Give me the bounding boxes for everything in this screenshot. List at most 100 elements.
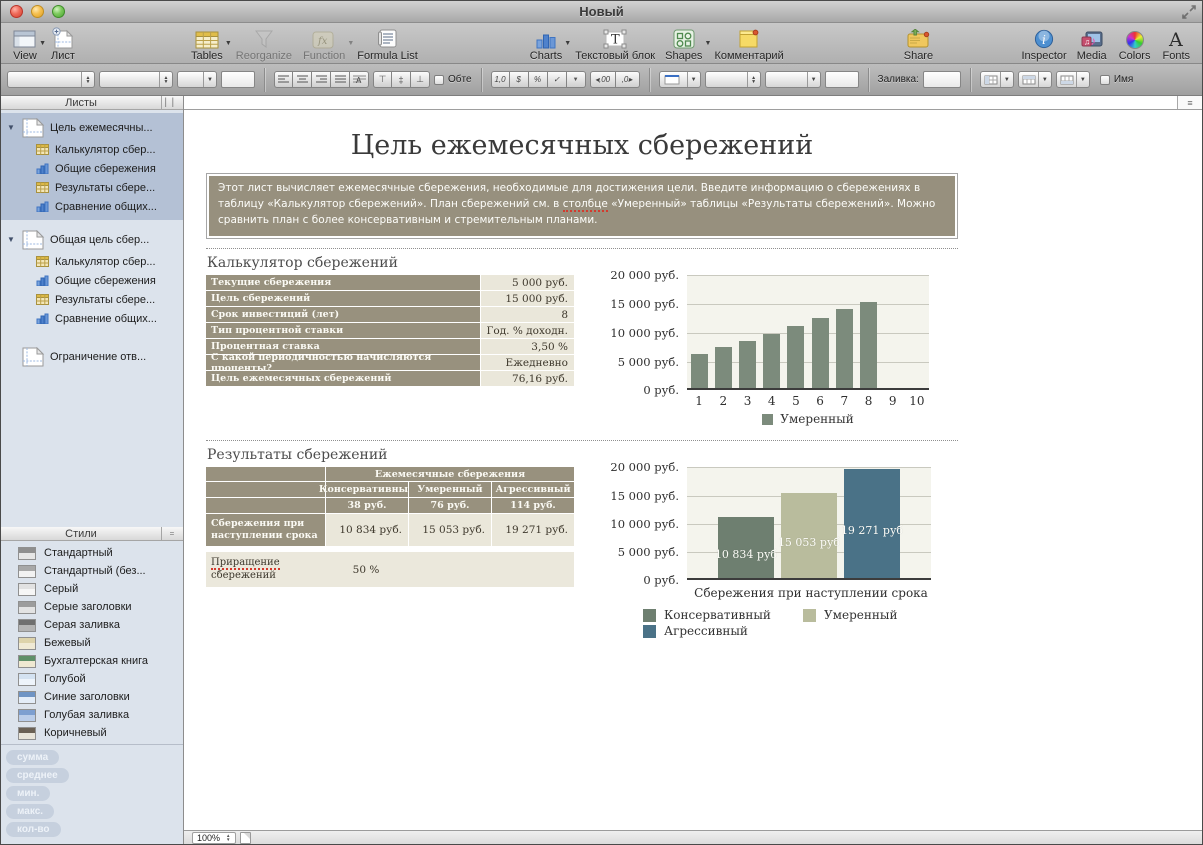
table-style-item[interactable]: Коричневый bbox=[1, 724, 183, 742]
row-header-cell[interactable]: Срок инвестиций (лет) bbox=[206, 307, 480, 322]
column-header-cell[interactable]: Консервативный bbox=[326, 482, 408, 497]
valign-middle-button[interactable]: ‡ bbox=[392, 71, 411, 88]
toolbar-button-formula-list[interactable]: Formula List bbox=[357, 24, 418, 62]
font-family-select[interactable]: ▲▼ bbox=[7, 71, 95, 88]
column-header-cell[interactable]: Умеренный bbox=[409, 482, 491, 497]
row-header-cell[interactable]: С какой периодичностью начисляются проце… bbox=[206, 355, 480, 370]
bar[interactable] bbox=[739, 341, 756, 388]
toolbar-button-text-box[interactable]: T Текстовый блок bbox=[575, 24, 655, 62]
checkbox-format-button[interactable]: ✓ bbox=[548, 71, 567, 88]
border-color-well[interactable] bbox=[825, 71, 859, 88]
stroke-width-select[interactable]: ▲▼ bbox=[705, 71, 761, 88]
sheet-item[interactable]: Ограничение отв... bbox=[1, 344, 183, 369]
results-footer-row[interactable]: Приращение сбережений50 % bbox=[206, 552, 574, 587]
toolbar-button-colors[interactable]: Colors bbox=[1119, 24, 1151, 62]
wrap-checkbox[interactable] bbox=[434, 75, 444, 85]
header-column-select[interactable]: ▼ bbox=[980, 71, 1014, 88]
more-formats-button[interactable]: ▼ bbox=[567, 71, 586, 88]
corner-cell[interactable] bbox=[206, 482, 325, 497]
titlebar[interactable]: Новый bbox=[1, 1, 1202, 23]
savings-comparison-chart[interactable]: 20 000 руб.15 000 руб.10 000 руб.5 000 р… bbox=[609, 461, 939, 653]
value-cell[interactable]: 3,50 % bbox=[481, 339, 574, 354]
row-header-cell[interactable]: Цель ежемесячных сбережений bbox=[206, 371, 480, 386]
column-header-cell[interactable]: Агрессивный bbox=[492, 482, 574, 497]
toolbar-button-media[interactable]: ♪♫ Media bbox=[1077, 24, 1107, 62]
sheet-table-item[interactable]: Калькулятор сбер... bbox=[1, 140, 183, 159]
corner-cell[interactable] bbox=[206, 467, 325, 481]
align-center-button[interactable] bbox=[293, 71, 312, 88]
growth-label[interactable]: Приращение сбережений bbox=[206, 552, 325, 587]
maturity-value-cell[interactable]: 19 271 руб. bbox=[492, 514, 574, 546]
calculator-table[interactable]: Текущие сбережения5 000 руб.Цель сбереже… bbox=[206, 275, 574, 386]
table-style-item[interactable]: Серые заголовки bbox=[1, 598, 183, 616]
monthly-amount-cell[interactable]: 114 руб. bbox=[492, 498, 574, 513]
total-savings-chart[interactable]: 20 000 руб.15 000 руб.10 000 руб.5 000 р… bbox=[609, 269, 939, 434]
toolbar-button-comment[interactable]: Комментарий bbox=[714, 24, 783, 62]
table-style-item[interactable]: Серый bbox=[1, 580, 183, 598]
decimal-format-button[interactable]: 1,0 bbox=[491, 71, 510, 88]
toolbar-button-sheet[interactable]: Лист bbox=[51, 24, 75, 62]
panel-resize-handle[interactable]: ▏▏ bbox=[161, 96, 183, 109]
table-style-item[interactable]: Стандартный bbox=[1, 544, 183, 562]
sheet-table-item[interactable]: Калькулятор сбер... bbox=[1, 252, 183, 271]
value-cell[interactable]: 8 bbox=[481, 307, 574, 322]
increase-decimal-button[interactable]: ◂,00 bbox=[590, 71, 616, 88]
disclosure-triangle-icon[interactable]: ▼ bbox=[6, 123, 16, 132]
maturity-value-cell[interactable]: 10 834 руб. bbox=[326, 514, 408, 546]
currency-format-button[interactable]: $ bbox=[510, 71, 529, 88]
sheet-item[interactable]: ▼Общая цель сбер... bbox=[1, 227, 183, 252]
toolbar-button-shapes[interactable]: ▼ Shapes bbox=[665, 24, 702, 62]
stroke-color-select[interactable]: ▼ bbox=[765, 71, 821, 88]
row-header-cell[interactable]: Тип процентной ставки bbox=[206, 323, 480, 338]
fill-color-well[interactable] bbox=[923, 71, 961, 88]
align-justify-button[interactable] bbox=[331, 71, 350, 88]
formula-input[interactable] bbox=[184, 96, 1178, 109]
panel-resize-handle[interactable]: = bbox=[161, 527, 183, 540]
name-checkbox[interactable] bbox=[1100, 75, 1110, 85]
results-table[interactable]: Ежемесячные сбереженияКонсервативныйУмер… bbox=[206, 467, 574, 546]
monthly-amount-cell[interactable]: 38 руб. bbox=[326, 498, 408, 513]
align-right-button[interactable] bbox=[312, 71, 331, 88]
value-cell[interactable]: 76,16 руб. bbox=[481, 371, 574, 386]
toolbar-button-charts[interactable]: ▼ Charts bbox=[530, 24, 562, 62]
sheet-table-item[interactable]: Результаты сбере... bbox=[1, 178, 183, 197]
table-style-item[interactable]: Синие заголовки bbox=[1, 688, 183, 706]
bar[interactable] bbox=[763, 334, 780, 388]
value-cell[interactable]: Год. % доходн. bbox=[481, 323, 574, 338]
fullscreen-icon[interactable] bbox=[1182, 5, 1196, 19]
align-left-button[interactable] bbox=[274, 71, 293, 88]
sheet-table-item[interactable]: Результаты сбере... bbox=[1, 290, 183, 309]
value-cell[interactable]: 15 000 руб. bbox=[481, 291, 574, 306]
sheet-item[interactable]: ▼Цель ежемесячны... bbox=[1, 115, 183, 140]
background-color-well[interactable] bbox=[221, 71, 255, 88]
toolbar-button-fonts[interactable]: A Fonts bbox=[1162, 24, 1190, 62]
table-style-item[interactable]: Стандартный (без... bbox=[1, 562, 183, 580]
maturity-value-cell[interactable]: 15 053 руб. bbox=[409, 514, 491, 546]
toolbar-button-share[interactable]: Share bbox=[904, 24, 933, 62]
sheet-chart-item[interactable]: Сравнение общих... bbox=[1, 309, 183, 328]
zoom-control[interactable]: 100% ▲▼ bbox=[192, 832, 236, 844]
row-header-cell[interactable]: Текущие сбережения bbox=[206, 275, 480, 290]
percent-format-button[interactable]: % bbox=[529, 71, 548, 88]
toolbar-button-tables[interactable]: ▼ Tables bbox=[191, 24, 223, 62]
toolbar-button-inspector[interactable]: i Inspector bbox=[1021, 24, 1066, 62]
valign-bottom-button[interactable]: ⊥ bbox=[411, 71, 430, 88]
value-cell[interactable]: 5 000 руб. bbox=[481, 275, 574, 290]
monthly-amount-cell[interactable]: 76 руб. bbox=[409, 498, 491, 513]
footer-row-select[interactable]: ▼ bbox=[1056, 71, 1090, 88]
bar[interactable] bbox=[691, 354, 708, 388]
row-header-cell[interactable]: Сбережения при наступлении срока bbox=[206, 514, 325, 546]
border-style-select[interactable]: ▼ bbox=[659, 71, 701, 88]
sheet-chart-item[interactable]: Общие сбережения bbox=[1, 159, 183, 178]
sheet-chart-item[interactable]: Общие сбережения bbox=[1, 271, 183, 290]
bar[interactable] bbox=[836, 309, 853, 388]
sheet-chart-item[interactable]: Сравнение общих... bbox=[1, 197, 183, 216]
growth-value-cell[interactable]: 50 % bbox=[325, 552, 407, 587]
description-text-box[interactable]: Этот лист вычисляет ежемесячные сбережен… bbox=[206, 173, 958, 239]
bar[interactable] bbox=[787, 326, 804, 388]
toolbar-button-view[interactable]: ▼ View bbox=[13, 24, 37, 62]
empty-cell[interactable] bbox=[407, 552, 571, 587]
decrease-decimal-button[interactable]: ,0▸ bbox=[616, 71, 640, 88]
text-color-well[interactable]: ▼ bbox=[177, 71, 217, 88]
document-title[interactable]: Цель ежемесячных сбережений bbox=[206, 130, 958, 161]
